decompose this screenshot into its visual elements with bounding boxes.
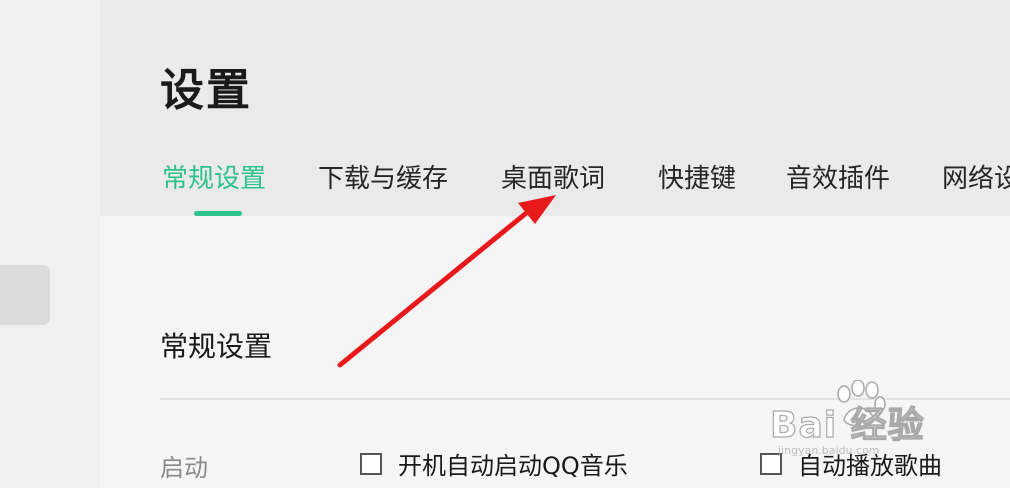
startup-row-label: 启动 (160, 454, 208, 482)
autostart-option[interactable]: 开机自动启动QQ音乐 (360, 446, 628, 481)
tab-sound-plugins[interactable]: 音效插件 (786, 158, 890, 195)
sidebar-item[interactable] (0, 265, 50, 325)
active-tab-indicator (194, 211, 242, 216)
watermark-text: Bai 经验 (769, 404, 925, 446)
autostart-label: 开机自动启动QQ音乐 (398, 452, 628, 480)
autostart-checkbox[interactable] (360, 452, 382, 475)
tab-desktop-lyrics[interactable]: 桌面歌词 (501, 158, 605, 195)
tab-shortcuts[interactable]: 快捷键 (658, 158, 736, 195)
tab-general[interactable]: 常规设置 (162, 158, 266, 195)
section-title: 常规设置 (160, 330, 273, 363)
settings-tabs: 常规设置 下载与缓存 桌面歌词 快捷键 音效插件 网络设 (100, 150, 1010, 216)
watermark: Bai 经验 jingyan.baidu.com (769, 378, 960, 458)
left-sidebar (0, 0, 100, 488)
tab-download-cache[interactable]: 下载与缓存 (318, 158, 448, 195)
page-title: 设置 (160, 65, 252, 116)
settings-header: 设置 常规设置 下载与缓存 桌面歌词 快捷键 音效插件 网络设 (100, 0, 1010, 216)
tab-network[interactable]: 网络设 (942, 158, 1010, 195)
watermark-subtext: jingyan.baidu.com (778, 444, 880, 457)
